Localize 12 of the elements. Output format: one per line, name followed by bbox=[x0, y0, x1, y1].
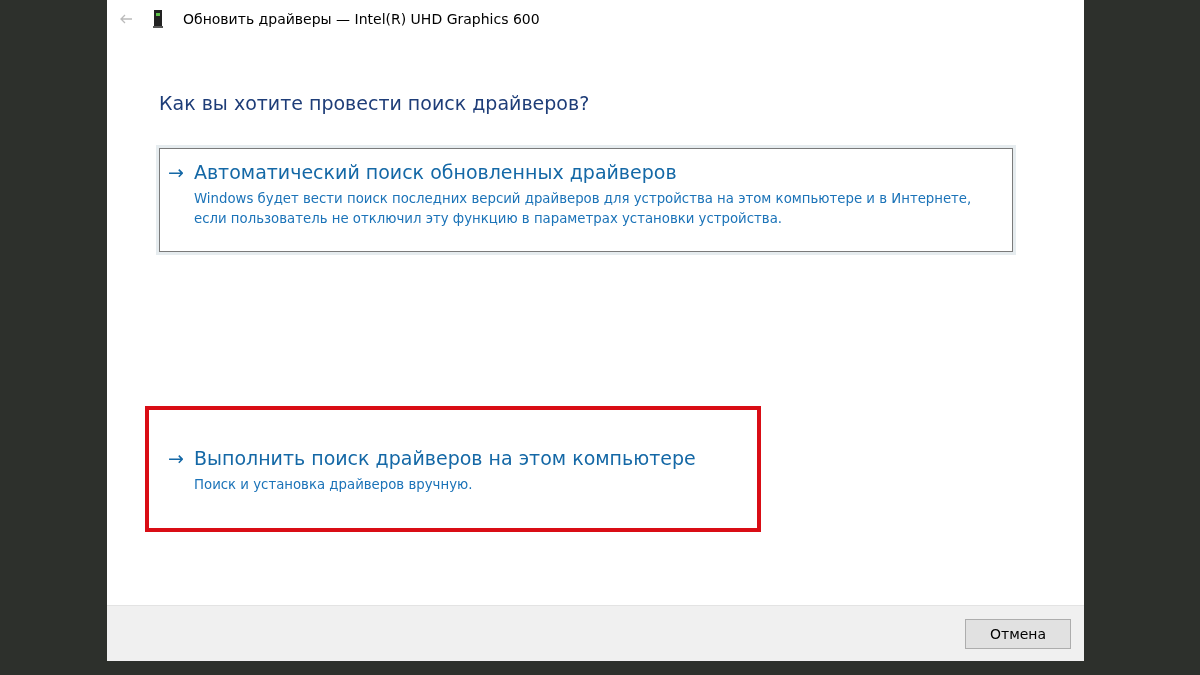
page-heading: Как вы хотите провести поиск драйверов? bbox=[159, 92, 591, 114]
option-description: Поиск и установка драйверов вручную. bbox=[194, 476, 474, 494]
option-title: Автоматический поиск обновленных драйверов bbox=[193, 161, 677, 183]
option-link[interactable] bbox=[159, 148, 1013, 252]
cancel-button[interactable]: Отмена bbox=[965, 618, 1071, 649]
option-title: Выполнить поиск драйверов на этом компьютере bbox=[193, 447, 696, 469]
option-link[interactable]: → Выполнить поиск драйверов на этом компьютере Поиск и установка драйверов вручную. bbox=[159, 420, 747, 518]
device-icon bbox=[153, 10, 163, 28]
window-title: Обновить драйверы — Intel(R) UHD Graphics 600 bbox=[183, 11, 540, 27]
arrow-icon: → bbox=[168, 447, 184, 469]
arrow-icon: → bbox=[168, 161, 184, 183]
option-description: Windows будет вести поиск последних версий драйверов для устройства на этом компьютере и в Интернете, если пользователь не отключил эту функцию в параметрах установки устройства. bbox=[194, 190, 973, 228]
